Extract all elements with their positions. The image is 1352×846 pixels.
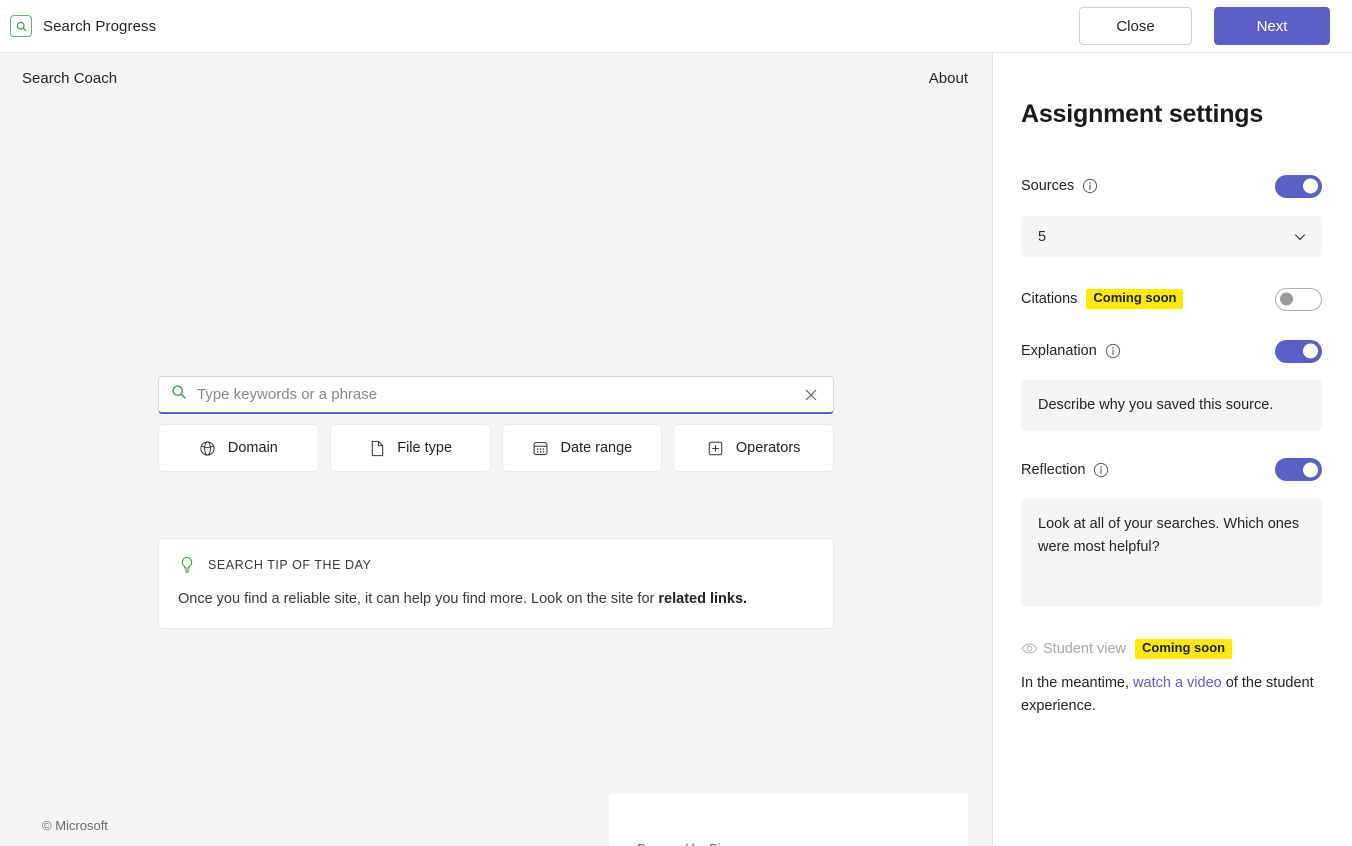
toggle-knob (1303, 343, 1318, 359)
titlebar-actions: Close Next (1079, 7, 1330, 45)
search-icon (171, 384, 187, 405)
coach-brand: Search Coach (22, 70, 118, 87)
sources-count-value: 5 (1038, 228, 1047, 245)
setting-row-explanation: Explanation (1021, 338, 1322, 364)
filter-filetype-label: File type (397, 440, 453, 456)
search-square-icon (10, 15, 32, 37)
info-icon[interactable] (1093, 462, 1109, 478)
globe-icon (199, 439, 217, 457)
filter-operators-label: Operators (735, 440, 801, 456)
explanation-label: Explanation (1021, 343, 1097, 359)
titlebar-identity: Search Progress (10, 15, 156, 37)
filter-row: Domain File type Date range Operators (158, 424, 834, 472)
search-tip-text: Once you find a reliable site, it can he… (178, 589, 814, 609)
search-tip-text-bold: related links. (658, 591, 748, 607)
student-view-description: In the meantime, watch a video of the st… (1021, 672, 1322, 718)
about-link[interactable]: About (929, 70, 968, 87)
setting-row-sources: Sources (1021, 173, 1322, 199)
search-coach-pane: Search Coach About Type keywords or a ph… (0, 53, 993, 846)
citations-label: Citations (1021, 291, 1078, 307)
search-tip-text-prefix: Once you find a reliable site, it can he… (178, 591, 659, 607)
reflection-toggle[interactable] (1275, 458, 1322, 482)
chevron-down-icon (1292, 229, 1308, 245)
student-view-coming-soon-badge: Coming soon (1135, 638, 1233, 659)
search-bar[interactable] (158, 376, 834, 414)
assignment-settings-panel: Assignment settings Sources 5 Citations … (993, 53, 1352, 846)
filter-domain-label: Domain (227, 440, 278, 456)
sources-toggle[interactable] (1275, 174, 1322, 198)
search-tip-card: SEARCH TIP OF THE DAY Once you find a re… (158, 538, 834, 630)
setting-row-reflection: Reflection (1021, 457, 1322, 483)
reflection-label: Reflection (1021, 461, 1086, 478)
copyright-text: © Microsoft (42, 817, 108, 833)
search-tip-heading: SEARCH TIP OF THE DAY (208, 558, 372, 572)
filter-domain-button[interactable]: Domain (158, 424, 319, 472)
setting-row-citations: Citations Coming soon (1021, 286, 1322, 312)
sources-count-select[interactable]: 5 (1021, 216, 1322, 257)
info-icon[interactable] (1105, 343, 1121, 359)
meantime-prefix: In the meantime, (1021, 674, 1134, 691)
eye-icon (1021, 640, 1038, 657)
footer: © Microsoft Powered by Bing (0, 794, 992, 846)
search-tip-header: SEARCH TIP OF THE DAY (178, 556, 814, 574)
coach-header: Search Coach About (0, 53, 992, 104)
student-view-row: Student view Coming soon (1021, 638, 1322, 659)
next-button[interactable]: Next (1214, 7, 1330, 45)
close-icon[interactable] (801, 385, 821, 405)
toggle-knob (1303, 178, 1318, 194)
citations-coming-soon-badge: Coming soon (1086, 289, 1184, 309)
plus-square-icon (707, 439, 725, 457)
page-title: Assignment settings (1021, 100, 1264, 128)
lightbulb-icon (178, 556, 196, 574)
citations-toggle[interactable] (1275, 287, 1322, 311)
toggle-knob (1280, 292, 1293, 306)
reflection-textarea[interactable]: Look at all of your searches. Which ones… (1021, 498, 1322, 606)
filter-filetype-button[interactable]: File type (329, 424, 491, 472)
explanation-textarea[interactable]: Describe why you saved this source. (1021, 380, 1322, 431)
search-input[interactable] (197, 386, 791, 403)
sources-label: Sources (1021, 178, 1075, 194)
search-area: Domain File type (0, 104, 992, 804)
info-icon[interactable] (1082, 178, 1098, 194)
filter-daterange-button[interactable]: Date range (501, 424, 663, 472)
explanation-toggle[interactable] (1275, 339, 1322, 363)
close-button[interactable]: Close (1079, 7, 1192, 45)
filter-daterange-label: Date range (560, 440, 633, 456)
titlebar: Search Progress Close Next (0, 0, 1352, 53)
search-block: Domain File type (158, 376, 834, 472)
toggle-knob (1303, 462, 1318, 478)
search-coach-app: Search Progress Close Next Search Coach … (0, 0, 1352, 846)
document-icon (368, 439, 386, 457)
calendar-icon (532, 439, 550, 457)
student-view-label: Student view (1043, 640, 1127, 657)
filter-operators-button[interactable]: Operators (673, 424, 834, 472)
app-body: Search Coach About Type keywords or a ph… (0, 53, 1352, 846)
app-title: Search Progress (43, 17, 157, 35)
watch-a-video-link[interactable]: watch a video (1133, 675, 1222, 691)
